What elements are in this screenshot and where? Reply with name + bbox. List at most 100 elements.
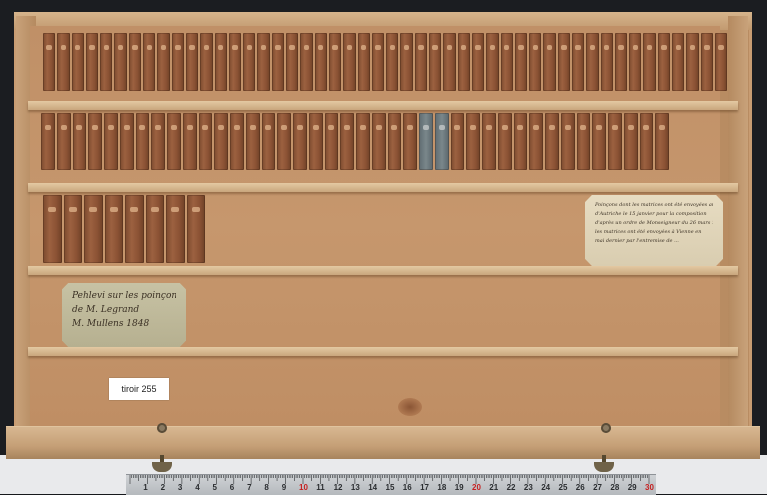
type-punch (166, 195, 185, 263)
ruler-number: 28 (610, 483, 620, 492)
label-left-line: de M. Legrand (72, 305, 140, 315)
type-punch (114, 33, 127, 91)
type-punch (293, 113, 307, 170)
type-punch (450, 113, 465, 170)
type-punch (308, 113, 323, 170)
type-punch (125, 195, 144, 263)
type-punch (104, 195, 123, 263)
punch-row-1 (42, 33, 728, 91)
type-punch (657, 33, 671, 91)
type-punch (714, 33, 728, 91)
type-punch (119, 113, 134, 170)
type-punch (356, 113, 370, 170)
type-punch (443, 33, 456, 91)
type-punch (513, 113, 528, 170)
type-punch (41, 113, 55, 170)
type-punch (571, 33, 585, 91)
type-punch (186, 195, 205, 263)
type-punch (198, 113, 213, 170)
handwritten-label-right: Poinçons dont les matrices ont été envoy… (585, 195, 723, 266)
type-punch (85, 33, 99, 91)
label-right-line: Poinçons dont les matrices ont été envoy… (595, 202, 713, 208)
label-left-line: M. Mullens 1848 (72, 319, 150, 329)
type-punch (639, 113, 654, 170)
ruler-number: 25 (558, 483, 568, 492)
type-punch (557, 33, 570, 91)
type-punch (529, 33, 542, 91)
label-left-text: Pehlevi sur les poinçons de M. Legrand M. … (72, 289, 176, 331)
ruler-number: 19 (454, 483, 464, 492)
type-punch (314, 33, 327, 91)
label-left-line: Pehlevi sur les poinçons (72, 291, 176, 301)
type-punch (357, 33, 370, 91)
type-punch (600, 33, 613, 91)
ruler-number: 29 (627, 483, 637, 492)
type-punch (135, 113, 150, 170)
type-punch (43, 195, 62, 263)
type-punch (328, 33, 342, 91)
type-punch (145, 195, 164, 263)
type-punch (500, 33, 513, 91)
ruler-number: 11 (316, 483, 325, 492)
type-punch (400, 33, 413, 91)
type-punch (88, 113, 102, 170)
ruler-number: 5 (212, 483, 217, 492)
type-punch (72, 113, 87, 170)
type-punch (700, 33, 713, 91)
type-punch (324, 113, 339, 170)
ruler-number: 7 (247, 483, 252, 492)
type-punch (457, 33, 470, 91)
type-punch (261, 113, 276, 170)
type-punch (629, 33, 642, 91)
type-punch (228, 33, 242, 91)
ruler-number: 20 (472, 483, 481, 492)
ruler-number: 16 (402, 483, 412, 492)
type-punch (482, 113, 496, 170)
ruler-number: 1 (143, 483, 148, 492)
type-punch (643, 33, 656, 91)
ruler-number: 26 (575, 483, 585, 492)
ruler-number: 24 (541, 483, 551, 492)
type-punch (230, 113, 244, 170)
type-punch (57, 33, 70, 91)
ruler-number: 15 (385, 483, 395, 492)
type-punch (529, 113, 543, 170)
ruler-number: 12 (333, 483, 343, 492)
type-punch (386, 33, 399, 91)
ruler-number: 9 (281, 483, 287, 492)
type-punch (157, 33, 170, 91)
type-punch (655, 113, 669, 170)
type-punch (592, 113, 606, 170)
type-punch (84, 195, 103, 263)
type-punch (672, 33, 685, 91)
drawer-tag: tiroir 255 (109, 378, 169, 400)
label-right-line: mai dernier par l'entremise de ... (595, 238, 679, 244)
ruler-number: 8 (264, 483, 269, 492)
type-punch (686, 33, 699, 91)
type-punch (371, 113, 386, 170)
ruler-number: 17 (420, 483, 429, 492)
type-punch (43, 33, 56, 91)
type-punch (497, 113, 512, 170)
measuring-ruler: 1 2 3 4 5 6 7 8 9 10 11 12 13 14 15 16 17 18 19 20 21 22 23 24 2… (126, 474, 656, 495)
ruler-number: 2 (160, 483, 166, 492)
shelf-divider-4 (28, 347, 738, 356)
type-punch (185, 33, 199, 91)
type-punch (429, 33, 442, 91)
punch-row-3 (42, 195, 206, 263)
type-punch (200, 33, 213, 91)
type-punch (340, 113, 354, 170)
ruler-number: 21 (489, 483, 499, 492)
type-punch (271, 33, 285, 91)
type-punch (245, 113, 260, 170)
ruler-number: 6 (229, 483, 235, 492)
ruler-number: 14 (368, 483, 378, 492)
ruler-number: 22 (506, 483, 516, 492)
type-punch (128, 33, 142, 91)
ruler-number: 10 (299, 483, 308, 492)
type-punch (614, 33, 628, 91)
ruler-number: 18 (437, 483, 447, 492)
label-right-line: les matrices ont été envoyées à Vienne e… (595, 229, 702, 235)
drawer-front-rail (6, 426, 760, 459)
shelf-divider-1 (28, 101, 738, 110)
